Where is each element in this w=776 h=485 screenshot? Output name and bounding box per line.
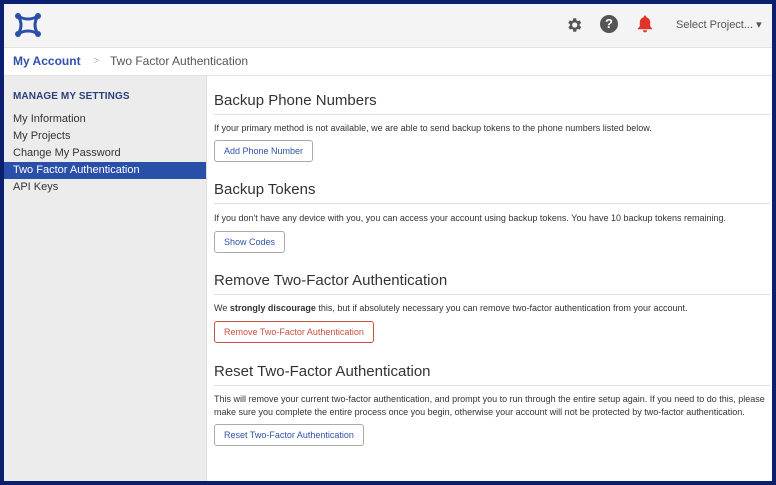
gear-icon[interactable] [565, 16, 583, 34]
logo-icon[interactable] [12, 10, 44, 40]
breadcrumb: My Account > Two Factor Authentication [4, 48, 772, 76]
caret-down-icon: ▾ [756, 19, 762, 31]
show-codes-button[interactable]: Show Codes [214, 231, 286, 253]
sidebar-heading: MANAGE MY SETTINGS [13, 91, 130, 102]
backup-phones-description: If your primary method is not available,… [214, 123, 652, 133]
app-window: ? Select Project... ▾ My Account > Two F… [4, 4, 772, 481]
remove-2fa-button[interactable]: Remove Two-Factor Authentication [214, 321, 374, 343]
project-select-label: Select Project... [676, 19, 754, 31]
project-select-dropdown[interactable]: Select Project... ▾ [676, 18, 762, 31]
divider [214, 294, 770, 295]
backup-tokens-description: If you don't have any device with you, y… [214, 213, 727, 223]
help-icon[interactable]: ? [600, 15, 618, 33]
sidebar-item-api-keys[interactable]: API Keys [4, 179, 206, 196]
divider [214, 203, 770, 204]
top-navbar: ? Select Project... ▾ [4, 4, 772, 48]
remove-2fa-description: We strongly discourage this, but if abso… [214, 302, 770, 315]
backup-phones-title: Backup Phone Numbers [214, 92, 377, 109]
reset-2fa-button[interactable]: Reset Two-Factor Authentication [214, 424, 364, 446]
divider [214, 114, 770, 115]
add-phone-number-button[interactable]: Add Phone Number [214, 140, 314, 162]
reset-2fa-title: Reset Two-Factor Authentication [214, 363, 431, 380]
backup-tokens-title: Backup Tokens [214, 181, 316, 198]
sidebar-item-my-projects[interactable]: My Projects [4, 128, 206, 145]
remove-2fa-desc-suffix: this, but if absolutely necessary you ca… [315, 303, 688, 313]
bell-icon[interactable] [636, 14, 654, 34]
breadcrumb-separator: > [93, 55, 100, 67]
sidebar-item-change-password[interactable]: Change My Password [4, 145, 206, 162]
divider [214, 385, 770, 386]
breadcrumb-current: Two Factor Authentication [110, 54, 249, 68]
remove-2fa-desc-prefix: We [214, 303, 230, 313]
sidebar-item-my-information[interactable]: My Information [4, 111, 206, 128]
settings-sidebar: MANAGE MY SETTINGS My Information My Pro… [4, 76, 207, 481]
remove-2fa-title: Remove Two-Factor Authentication [214, 272, 448, 289]
sidebar-item-two-factor-authentication[interactable]: Two Factor Authentication [4, 162, 206, 179]
reset-2fa-description: This will remove your current two-factor… [214, 394, 765, 417]
breadcrumb-home-link[interactable]: My Account [13, 48, 81, 75]
remove-2fa-desc-strong: strongly discourage [229, 303, 316, 313]
